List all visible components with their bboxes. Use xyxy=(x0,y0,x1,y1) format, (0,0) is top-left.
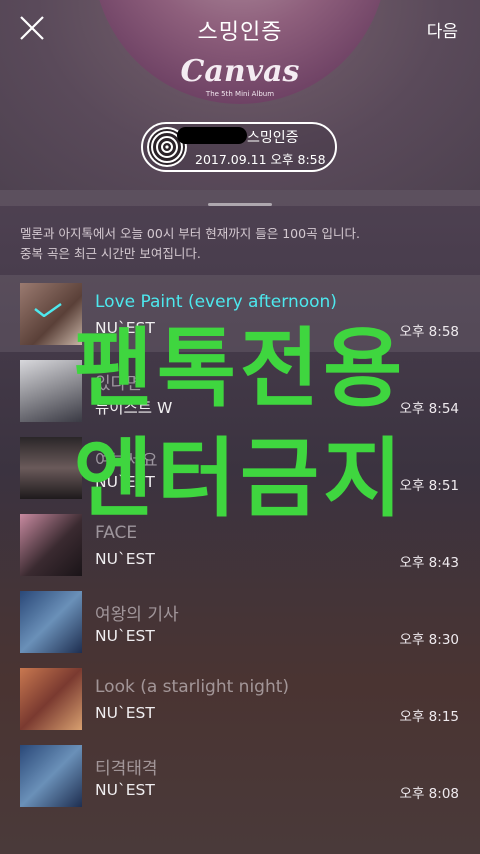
play-time: 오후 8:54 xyxy=(399,401,459,417)
song-artist: 뉴이스트 W xyxy=(95,399,173,417)
next-button[interactable]: 다음 xyxy=(427,17,458,42)
disc-title: 스밍인증 xyxy=(197,20,283,45)
check-icon xyxy=(34,303,62,317)
info-text: 멜론과 아지톡에서 오늘 00시 부터 현재까지 들은 100곡 입니다. 중복… xyxy=(20,224,470,264)
song-artist: NU`EST xyxy=(95,473,155,491)
info-line-1: 멜론과 아지톡에서 오늘 00시 부터 현재까지 들은 100곡 입니다. xyxy=(20,226,361,241)
song-title: 티격태격 xyxy=(95,759,158,779)
play-time: 오후 8:30 xyxy=(399,632,459,648)
badge-title: 스밍인증 xyxy=(247,130,299,146)
album-thumbnail xyxy=(20,283,82,345)
close-button[interactable] xyxy=(18,14,46,42)
song-title: Look (a starlight night) xyxy=(95,677,290,697)
song-list: Love Paint (every afternoon) NU`EST 오후 8… xyxy=(0,275,480,814)
song-artist: NU`EST xyxy=(95,550,155,568)
sheet-handle[interactable] xyxy=(0,190,480,206)
album-subtitle: The 5th Mini Album xyxy=(205,90,275,98)
album-logo: Canvas xyxy=(180,54,300,89)
list-item[interactable]: Look (a starlight night) NU`EST 오후 8:15 xyxy=(0,660,480,737)
album-cover-disc: 스밍인증 Canvas The 5th Mini Album xyxy=(93,0,387,104)
song-title: 여왕의 기사 xyxy=(95,605,179,625)
list-item[interactable]: 여보세요 NU`EST 오후 8:51 xyxy=(0,429,480,506)
redacted-username xyxy=(177,127,247,144)
album-thumbnail xyxy=(20,668,82,730)
album-thumbnail xyxy=(20,514,82,576)
play-time: 오후 8:08 xyxy=(399,786,459,802)
song-artist: NU`EST xyxy=(95,781,155,799)
song-title: 있다면 xyxy=(95,374,142,394)
play-time: 오후 8:43 xyxy=(399,555,459,571)
album-thumbnail xyxy=(20,745,82,807)
badge-date: 2017.09.11 오후 8:58 xyxy=(195,152,326,167)
info-line-2: 중복 곡은 최근 시간만 보여집니다. xyxy=(20,246,201,261)
song-artist: NU`EST xyxy=(95,319,155,337)
album-thumbnail xyxy=(20,437,82,499)
song-artist: NU`EST xyxy=(95,627,155,645)
song-title: 여보세요 xyxy=(95,451,158,471)
play-time: 오후 8:51 xyxy=(399,478,459,494)
list-item[interactable]: Love Paint (every afternoon) NU`EST 오후 8… xyxy=(0,275,480,352)
song-title: FACE xyxy=(95,523,138,543)
song-artist: NU`EST xyxy=(95,704,155,722)
list-item[interactable]: FACE NU`EST 오후 8:43 xyxy=(0,506,480,583)
list-item[interactable]: 티격태격 NU`EST 오후 8:08 xyxy=(0,737,480,814)
play-time: 오후 8:58 xyxy=(399,324,459,340)
streaming-badge: 스밍인증 2017.09.11 오후 8:58 xyxy=(141,122,337,172)
song-title: Love Paint (every afternoon) xyxy=(95,292,337,312)
play-time: 오후 8:15 xyxy=(399,709,459,725)
album-thumbnail xyxy=(20,360,82,422)
list-item[interactable]: 있다면 뉴이스트 W 오후 8:54 xyxy=(0,352,480,429)
list-item[interactable]: 여왕의 기사 NU`EST 오후 8:30 xyxy=(0,583,480,660)
album-thumbnail xyxy=(20,591,82,653)
close-icon xyxy=(20,16,44,40)
